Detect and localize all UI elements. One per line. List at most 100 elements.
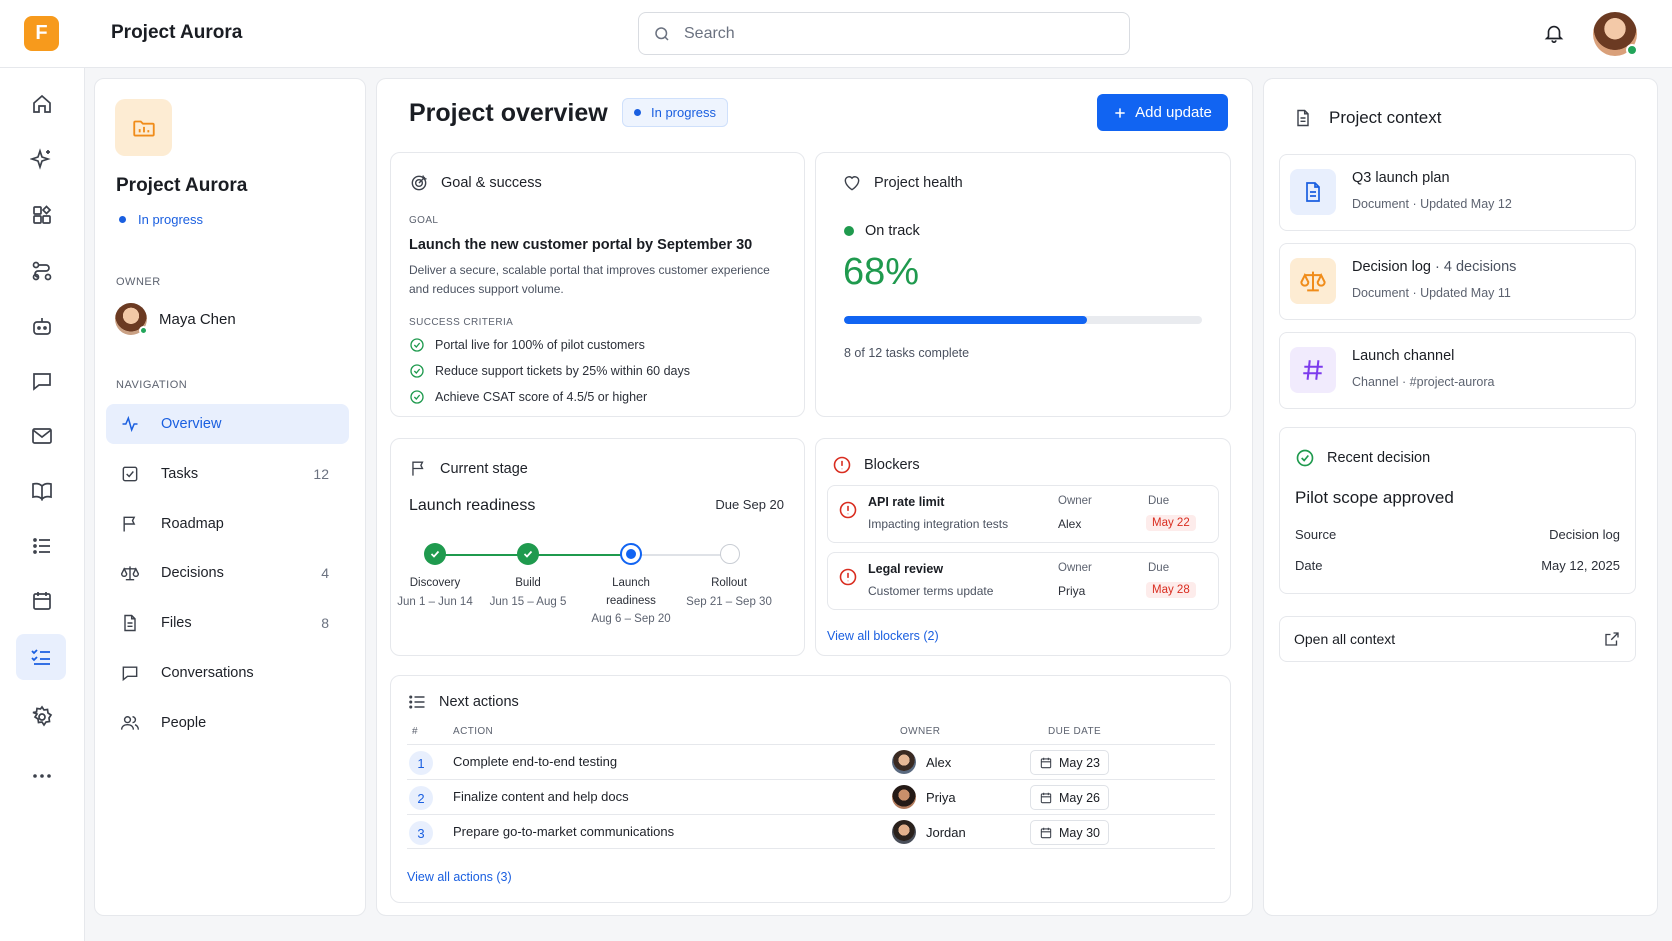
check-circle-icon [410, 338, 424, 352]
bot-icon[interactable] [22, 306, 62, 346]
owner-name: Priya [926, 789, 956, 805]
context-item-title: Q3 launch plan [1352, 170, 1450, 186]
context-item-title: Launch channel [1352, 348, 1454, 364]
flag-icon [119, 514, 141, 534]
context-item-title-text: Launch channel [1352, 348, 1455, 364]
step-dates: Jun 15 – Aug 5 [489, 596, 567, 608]
add-update-label: Add update [1135, 104, 1212, 121]
tasks-complete-text: 8 of 12 tasks complete [844, 346, 970, 360]
col-action: ACTION [453, 726, 494, 737]
checklist-icon[interactable] [16, 634, 66, 680]
check-circle-icon [1296, 449, 1314, 467]
source-label: Source [1295, 527, 1337, 542]
context-item-q3-launch-plan[interactable]: Q3 launch plan Document · Updated May 12 [1279, 154, 1636, 231]
nav-item-tasks[interactable]: Tasks 12 [106, 454, 349, 494]
col-due-date: DUE DATE [1048, 726, 1102, 737]
nav-item-people[interactable]: People [106, 703, 349, 743]
project-name: Project Aurora [116, 175, 248, 196]
book-icon[interactable] [22, 471, 62, 511]
context-item-launch-channel[interactable]: Launch channel Channel · #project-aurora [1279, 332, 1636, 409]
context-item-title: Decision log · 4 decisions [1352, 259, 1516, 275]
open-all-context-label: Open all context [1294, 631, 1396, 647]
gear-icon[interactable] [22, 697, 62, 737]
blocker-row[interactable]: API rate limit Impacting integration tes… [827, 485, 1219, 543]
stage-header-text: Current stage [440, 460, 528, 477]
nav-label: Overview [161, 416, 222, 432]
table-row[interactable]: 2 Finalize content and help docs Priya M… [407, 779, 1215, 814]
table-row[interactable]: 1 Complete end-to-end testing Alex May 2… [407, 744, 1215, 779]
status-badge-text: In progress [651, 105, 717, 120]
project-status: In progress [119, 212, 203, 227]
view-all-blockers-link[interactable]: View all blockers (2) [827, 629, 939, 643]
apps-icon[interactable] [22, 195, 62, 235]
user-avatar[interactable] [1593, 12, 1638, 56]
open-all-context-button[interactable]: Open all context [1279, 616, 1636, 662]
decision-source: Source Decision log [1295, 527, 1620, 542]
nav-item-roadmap[interactable]: Roadmap [106, 504, 349, 544]
check-circle-icon [410, 390, 424, 404]
owner-avatar [892, 750, 916, 774]
next-actions-header: Next actions [407, 692, 519, 712]
nav-count: 4 [321, 565, 329, 581]
nav-item-overview[interactable]: Overview [106, 404, 349, 444]
progress-fill [844, 316, 1088, 324]
sparkle-icon[interactable] [22, 139, 62, 179]
nav-count: 12 [313, 466, 329, 482]
step-dates: Sep 21 – Sep 30 [686, 596, 772, 608]
health-header-text: Project health [874, 175, 963, 191]
goal-description: Deliver a secure, scalable portal that i… [409, 263, 770, 296]
owner[interactable]: Maya Chen [115, 303, 236, 335]
step-dates: Jun 1 – Jun 14 [397, 596, 473, 608]
more-icon[interactable] [22, 756, 62, 796]
goal-header-text: Goal & success [441, 175, 542, 191]
recent-decision-card[interactable]: Recent decision Pilot scope approved Sou… [1279, 427, 1636, 594]
blockers-header: Blockers [832, 455, 920, 475]
row-owner: Jordan [892, 820, 966, 844]
calendar-icon[interactable] [22, 581, 62, 621]
app-logo[interactable]: F [24, 16, 59, 51]
mail-icon[interactable] [22, 416, 62, 456]
bell-icon[interactable] [1543, 21, 1565, 45]
blocker-due-badge: May 22 [1146, 515, 1196, 531]
next-actions-header-text: Next actions [439, 694, 519, 710]
add-update-button[interactable]: Add update [1097, 94, 1228, 131]
timeline-step: Discovery Jun 1 – Jun 14 [385, 574, 485, 612]
table-row[interactable]: 3 Prepare go-to-market communications Jo… [407, 814, 1215, 849]
health-header: Project health [842, 173, 963, 193]
search-input[interactable] [684, 13, 1114, 54]
recent-decision-header: Recent decision [1295, 448, 1430, 468]
blocker-row[interactable]: Legal review Customer terms update Owner… [827, 552, 1219, 610]
due-text: May 23 [1059, 755, 1100, 770]
step-dates: Aug 6 – Sep 20 [591, 613, 671, 625]
list-icon[interactable] [22, 526, 62, 566]
check-icon [523, 550, 533, 558]
nav-item-decisions[interactable]: Decisions 4 [106, 553, 349, 593]
step-label: Rollout [711, 577, 747, 589]
current-stage-card: Current stage Launch readiness Due Sep 2… [390, 438, 805, 656]
timeline-node-done [424, 543, 446, 565]
document-icon [1297, 109, 1309, 127]
nav-item-files[interactable]: Files 8 [106, 603, 349, 643]
context-item-title-text: Decision log [1352, 259, 1431, 275]
home-icon[interactable] [22, 84, 62, 124]
row-due-date: May 30 [1030, 820, 1109, 845]
status-badge: In progress [622, 98, 729, 127]
list-icon [409, 695, 425, 709]
nav-item-conversations[interactable]: Conversations [106, 653, 349, 693]
blocker-subtitle: Impacting integration tests [868, 517, 1009, 531]
search-box[interactable] [638, 12, 1130, 55]
checkbox-icon [119, 464, 141, 484]
nav-label: Roadmap [161, 516, 224, 532]
view-all-actions-link[interactable]: View all actions (3) [407, 870, 512, 884]
health-percent: 68% [843, 251, 920, 293]
online-indicator [139, 326, 148, 335]
alert-circle-icon [839, 501, 857, 519]
workflow-icon[interactable] [22, 251, 62, 291]
timeline-line-upcoming [631, 554, 731, 556]
timeline-step: Rollout Sep 21 – Sep 30 [679, 574, 779, 612]
stage-name: Launch readiness [409, 497, 536, 514]
chat-icon[interactable] [22, 361, 62, 401]
context-item-decision-log[interactable]: Decision log · 4 decisions Document · Up… [1279, 243, 1636, 320]
row-number: 1 [409, 751, 433, 775]
criteria-item: Achieve CSAT score of 4.5/5 or higher [409, 389, 647, 405]
